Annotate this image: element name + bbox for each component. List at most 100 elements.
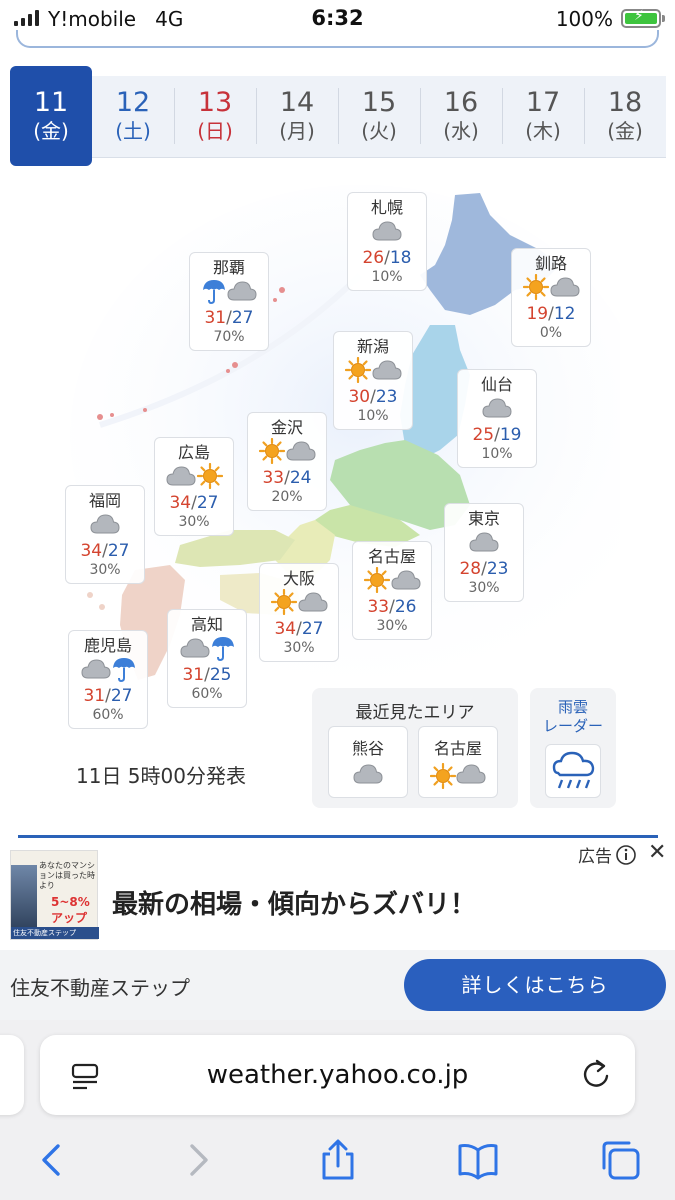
- city-card[interactable]: 那覇 31/27 70%: [189, 252, 269, 351]
- city-card[interactable]: 名古屋 33/26 30%: [352, 541, 432, 640]
- city-temps: 31/25: [182, 665, 232, 685]
- forward-icon[interactable]: [176, 1138, 220, 1182]
- ad-headline[interactable]: 最新の相場・傾向からズバリ！: [112, 884, 476, 921]
- date-tab-11[interactable]: 11 (金): [10, 66, 92, 166]
- weather-icons: [334, 356, 412, 387]
- date-tab-14[interactable]: 14 (月): [256, 76, 338, 158]
- city-card[interactable]: 高知 31/25 60%: [167, 609, 247, 708]
- city-card[interactable]: 金沢 33/24 20%: [247, 412, 327, 511]
- rain-chance: 70%: [213, 329, 245, 345]
- rain-chance: 60%: [191, 686, 223, 702]
- city-card[interactable]: 広島 34/27 30%: [154, 437, 234, 536]
- address-bar[interactable]: weather.yahoo.co.jp: [40, 1035, 635, 1115]
- search-box-bottom-edge: [16, 30, 659, 48]
- weather-icons: [419, 762, 497, 793]
- ad-label[interactable]: 広告: [578, 842, 637, 867]
- previous-tab-pill[interactable]: [0, 1035, 24, 1115]
- weather-icons: [353, 566, 431, 597]
- city-temps: 28/23: [459, 559, 509, 579]
- recent-area-card[interactable]: 熊谷: [328, 726, 408, 798]
- city-card[interactable]: 新潟 30/23 10%: [333, 331, 413, 430]
- city-card[interactable]: 福岡 34/27 30%: [65, 485, 145, 584]
- ad-image[interactable]: あなたのマンションは買った時より 5~8%アップ 住友不動産ステップ: [10, 850, 99, 940]
- low-temp: 27: [107, 541, 130, 561]
- rain-chance: 10%: [357, 408, 389, 424]
- high-temp: 25: [472, 425, 495, 445]
- rain-radar-label: 雨雲 レーダー: [542, 698, 603, 735]
- umbrella-icon: [202, 278, 226, 308]
- weather-icons: [260, 588, 338, 618]
- sun-icon: [363, 566, 390, 597]
- ad-cta-button[interactable]: 詳しくはこちら: [404, 959, 666, 1011]
- ad-image-percent: 5~8%アップ: [51, 895, 90, 925]
- bookmarks-icon[interactable]: [456, 1138, 500, 1182]
- rain-radar-button[interactable]: 雨雲 レーダー: [530, 688, 616, 808]
- city-temps: 31/27: [83, 686, 133, 706]
- city-name: 広島: [177, 443, 210, 462]
- share-icon[interactable]: [316, 1138, 360, 1182]
- recent-areas-panel: 最近見たエリア 熊谷 名古屋: [312, 688, 518, 808]
- rain-chance: 30%: [178, 514, 210, 530]
- weather-icons: [329, 763, 407, 789]
- weather-icons: [512, 273, 590, 303]
- tabs-icon[interactable]: [598, 1138, 642, 1182]
- city-card[interactable]: 鹿児島 31/27 60%: [68, 630, 148, 729]
- rain-chance: 30%: [89, 562, 121, 578]
- date-tab-weekday: (金): [33, 119, 69, 143]
- date-tab-13[interactable]: 13 (日): [174, 76, 256, 158]
- low-temp: 23: [375, 387, 398, 407]
- date-tab-day: 17: [525, 87, 561, 118]
- high-temp: 31: [83, 686, 106, 706]
- weather-icons: [190, 279, 268, 307]
- japan-weather-map: 札幌 26/18 10% 釧路 19/12 0% 那覇 31/27 70% 新潟 30/23 10% 仙…: [60, 175, 620, 729]
- city-card[interactable]: 仙台 25/19 10%: [457, 369, 537, 468]
- ad-info-icon[interactable]: [615, 844, 637, 866]
- sun-icon: [196, 462, 223, 493]
- city-card[interactable]: 釧路 19/12 0%: [511, 248, 591, 347]
- city-card[interactable]: 東京 28/23 30%: [444, 503, 524, 602]
- rain-chance: 30%: [468, 580, 500, 596]
- date-tab-17[interactable]: 17 (木): [502, 76, 584, 158]
- date-tab-18[interactable]: 18 (金): [584, 76, 666, 158]
- rain-chance: 60%: [92, 707, 124, 723]
- low-temp: 25: [209, 665, 232, 685]
- date-tab-16[interactable]: 16 (水): [420, 76, 502, 158]
- city-temps: 33/24: [262, 468, 312, 488]
- ad-sponsor[interactable]: 住友不動産ステップ: [10, 972, 190, 1001]
- battery-icon: ⚡: [621, 8, 665, 28]
- issued-time: 11日 5時00分発表: [76, 764, 246, 788]
- high-temp: 31: [204, 308, 227, 328]
- sun-icon: [344, 356, 371, 387]
- cloud-icon: [353, 763, 383, 789]
- cloud-icon: [285, 440, 316, 466]
- city-card[interactable]: 大阪 34/27 30%: [259, 563, 339, 662]
- date-tab-weekday: (金): [607, 119, 643, 143]
- high-temp: 34: [169, 493, 192, 513]
- date-tab-15[interactable]: 15 (火): [338, 76, 420, 158]
- recent-area-card[interactable]: 名古屋: [418, 726, 498, 798]
- recent-areas-title: 最近見たエリア: [355, 703, 475, 723]
- date-tab-day: 11: [33, 87, 69, 118]
- city-card[interactable]: 札幌 26/18 10%: [347, 192, 427, 291]
- weather-icons: [66, 512, 144, 540]
- recent-area-name: 名古屋: [433, 739, 482, 758]
- reload-icon[interactable]: [580, 1057, 612, 1091]
- tab-separator: [174, 88, 175, 144]
- date-tab-day: 15: [361, 87, 397, 118]
- building-image: [11, 865, 37, 933]
- rain-chance: 30%: [283, 640, 315, 656]
- city-temps: 19/12: [526, 304, 576, 324]
- recent-area-name: 熊谷: [351, 739, 384, 758]
- weather-icons: [348, 219, 426, 247]
- back-icon[interactable]: [30, 1138, 74, 1182]
- high-temp: 19: [526, 304, 549, 324]
- low-temp: 12: [553, 304, 576, 324]
- date-tab-12[interactable]: 12 (土): [92, 76, 174, 158]
- city-temps: 30/23: [348, 387, 398, 407]
- weather-icons: [445, 530, 523, 558]
- date-tabs: 11 (金) 12 (土) 13 (日) 14 (月) 15 (火) 16 (水) 17 (木) 18 (金): [10, 66, 666, 166]
- ad-close-icon[interactable]: ✕: [648, 840, 666, 865]
- city-temps: 26/18: [362, 248, 412, 268]
- low-temp: 19: [499, 425, 522, 445]
- date-tab-day: 16: [443, 87, 479, 118]
